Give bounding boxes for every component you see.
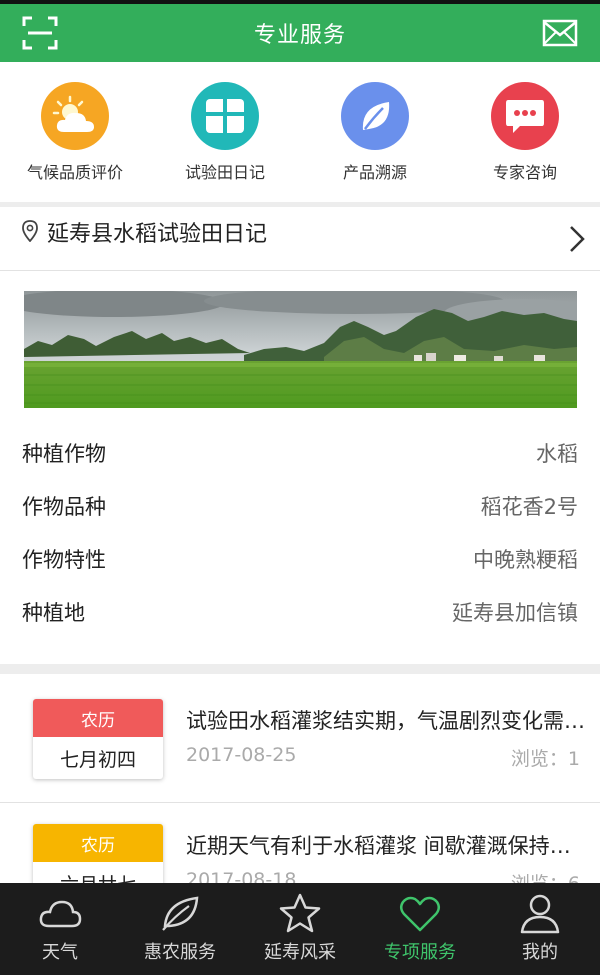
tab-label: 我的 <box>522 942 558 963</box>
scan-icon[interactable] <box>22 16 58 50</box>
news-date: 2017-08-25 <box>186 744 297 766</box>
crop-info: 种植作物 水稻 作物品种 稻花香2号 作物特性 中晚熟粳稻 种植地 延寿县加信镇 <box>0 426 600 638</box>
rice-field-image <box>24 291 577 408</box>
bottom-tab-bar: 天气 惠农服务 延寿风采 专项服务 我的 <box>0 883 600 975</box>
leaf-icon <box>341 82 409 150</box>
sun-cloud-icon <box>41 82 109 150</box>
info-row-crop: 种植作物 水稻 <box>0 426 600 479</box>
info-key: 种植地 <box>22 600 85 625</box>
location-title: 延寿县水稻试验田日记 <box>47 222 268 247</box>
quick-label: 专家咨询 <box>492 163 557 182</box>
location-bar[interactable]: 延寿县水稻试验田日记 <box>0 207 600 269</box>
lunar-date: 七月初四 <box>59 748 136 771</box>
tab-yanshou-style[interactable]: 延寿风采 <box>240 883 360 975</box>
info-row-trait: 作物特性 中晚熟粳稻 <box>0 532 600 585</box>
tab-label: 专项服务 <box>384 942 456 963</box>
info-key: 作物品种 <box>22 494 106 519</box>
divider <box>0 270 600 271</box>
info-key: 种植作物 <box>22 441 106 466</box>
tab-farm-service[interactable]: 惠农服务 <box>120 883 240 975</box>
quick-climate-quality[interactable]: 气候品质评价 <box>0 62 150 202</box>
chat-icon <box>491 82 559 150</box>
info-value: 稻花香2号 <box>480 494 578 519</box>
chevron-right-icon[interactable] <box>568 224 586 254</box>
cloud-icon <box>39 900 82 928</box>
quick-product-trace[interactable]: 产品溯源 <box>300 62 450 202</box>
app-screen: 专业服务 气候品质评价 试验田日记 产品溯源 专家咨询 延寿县水稻试验田日记 种… <box>0 0 600 975</box>
leaf-outline-icon <box>162 896 199 931</box>
tab-label: 天气 <box>42 942 78 963</box>
quick-services: 气候品质评价 试验田日记 产品溯源 专家咨询 <box>0 62 600 202</box>
page-title: 专业服务 <box>253 23 346 48</box>
tab-special-service[interactable]: 专项服务 <box>360 883 480 975</box>
person-icon <box>520 894 560 934</box>
news-title[interactable]: 试验田水稻灌浆结实期，气温剧烈变化需注意 <box>186 705 586 735</box>
news-views: 浏览：1 <box>510 748 580 770</box>
info-value: 中晚熟粳稻 <box>473 547 578 572</box>
section-divider <box>0 664 600 674</box>
grid-icon <box>191 82 259 150</box>
tab-weather[interactable]: 天气 <box>0 883 120 975</box>
lunar-badge: 农历 <box>33 824 163 862</box>
info-key: 作物特性 <box>22 547 106 572</box>
quick-label: 试验田日记 <box>184 163 265 182</box>
list-item[interactable]: 农历 七月初四 试验田水稻灌浆结实期，气温剧烈变化需注意 2017-08-25 … <box>0 678 600 803</box>
news-title[interactable]: 近期天气有利于水稻灌浆 间歇灌溉保持湿润 <box>186 830 586 860</box>
location-pin-icon <box>22 220 38 242</box>
lunar-date-card: 农历 七月初四 <box>33 699 163 779</box>
tab-mine[interactable]: 我的 <box>480 883 600 975</box>
info-value: 延寿县加信镇 <box>452 600 578 625</box>
info-row-location: 种植地 延寿县加信镇 <box>0 585 600 638</box>
quick-label: 产品溯源 <box>342 163 407 182</box>
heart-icon <box>400 896 440 932</box>
star-icon <box>279 893 321 933</box>
info-value: 水稻 <box>536 441 578 466</box>
lunar-badge: 农历 <box>33 699 163 737</box>
app-header: 专业服务 <box>0 4 600 62</box>
mail-icon[interactable] <box>542 18 578 48</box>
info-row-variety: 作物品种 稻花香2号 <box>0 479 600 532</box>
quick-expert-consult[interactable]: 专家咨询 <box>450 62 600 202</box>
tab-label: 延寿风采 <box>264 942 336 963</box>
quick-label: 气候品质评价 <box>26 163 123 182</box>
quick-field-diary[interactable]: 试验田日记 <box>150 62 300 202</box>
tab-label: 惠农服务 <box>144 942 216 963</box>
